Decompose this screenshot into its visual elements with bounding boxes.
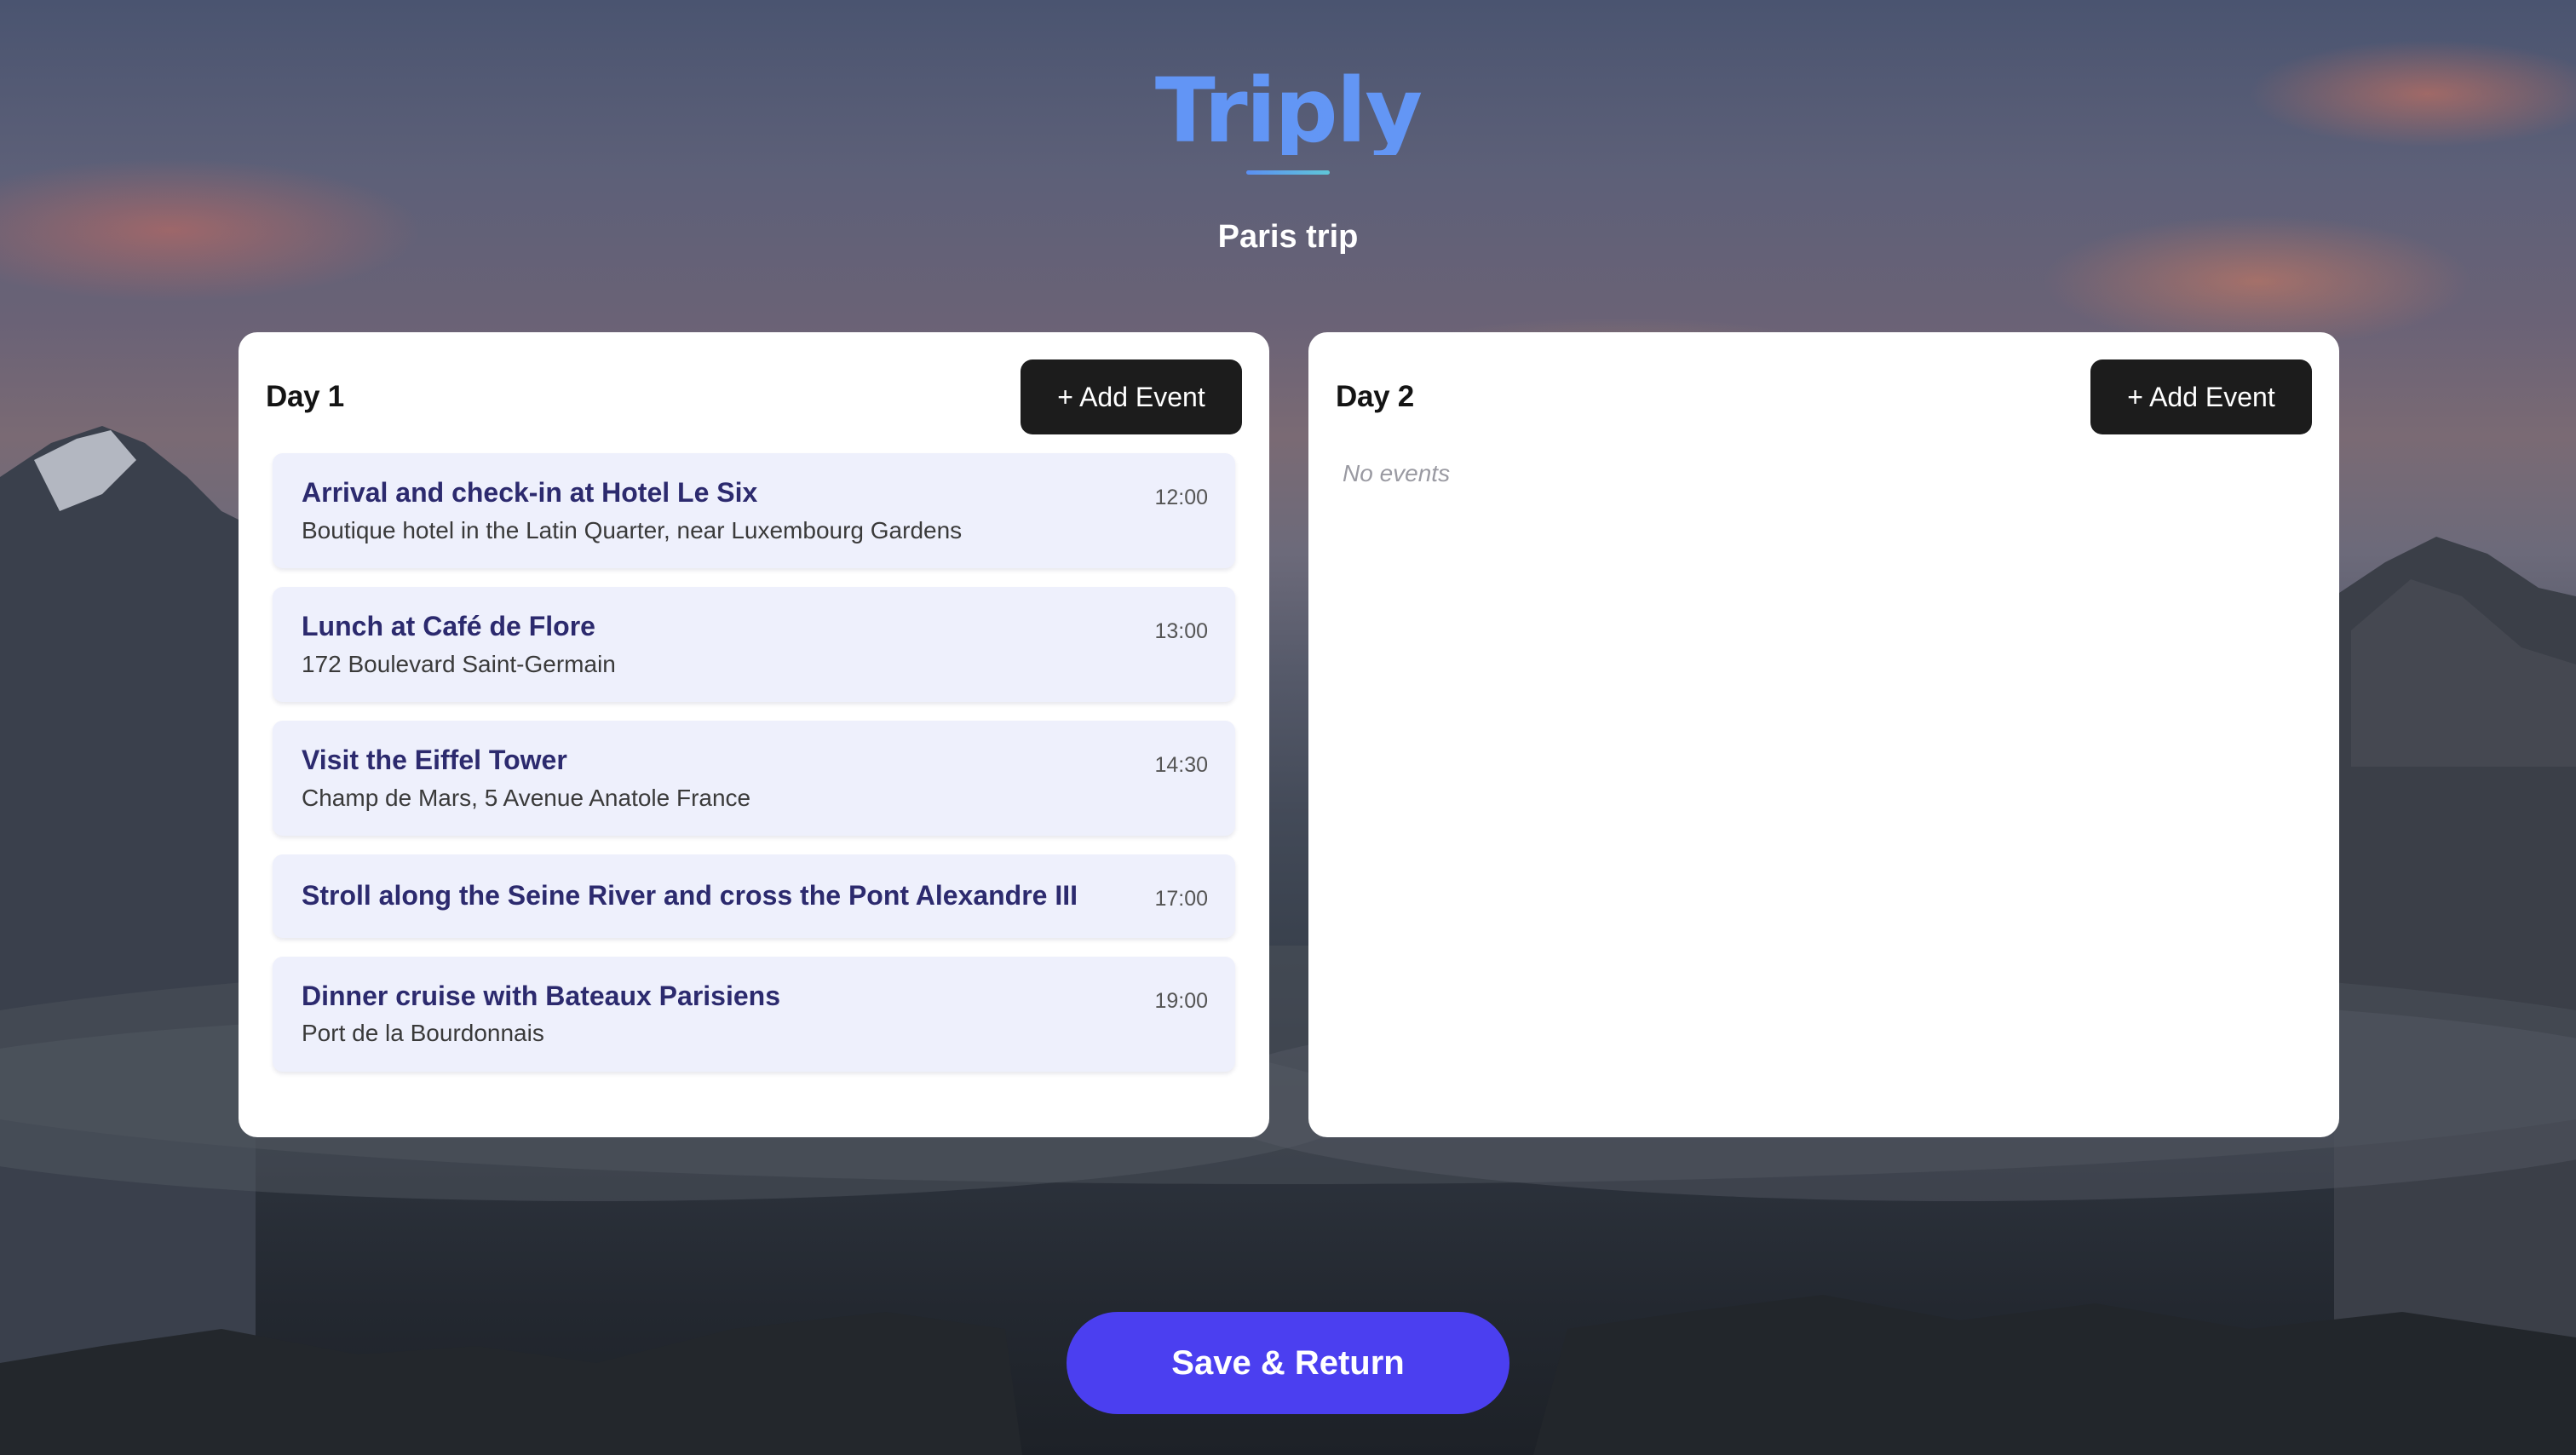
empty-state-text: No events (1343, 460, 1451, 486)
day-title: Day 2 (1336, 380, 1414, 413)
event-time: 17:00 (1154, 886, 1208, 911)
day-card-1: Day 1 + Add Event Arrival and check-in a… (239, 332, 1269, 1137)
event-time: 14:30 (1154, 752, 1208, 777)
day-title: Day 1 (266, 380, 344, 413)
day-card-2: Day 2 + Add Event No events (1308, 332, 2339, 1137)
logo-underline (1246, 170, 1330, 175)
page-header: Triply Paris trip (0, 66, 2576, 256)
event-location: 172 Boulevard Saint-Germain (302, 650, 616, 677)
event-location: Boutique hotel in the Latin Quarter, nea… (302, 516, 963, 543)
trip-title: Paris trip (1217, 219, 1359, 255)
day-header: Day 2 + Add Event (1336, 359, 2312, 434)
event-item[interactable]: Stroll along the Seine River and cross t… (273, 854, 1235, 938)
event-item[interactable]: Arrival and check-in at Hotel Le Six Bou… (273, 453, 1235, 568)
event-item[interactable]: Lunch at Café de Flore 172 Boulevard Sai… (273, 586, 1235, 702)
app-logo: Triply (0, 66, 2576, 155)
event-time: 19:00 (1154, 988, 1208, 1013)
add-event-button[interactable]: + Add Event (2090, 359, 2312, 434)
event-time: 13:00 (1154, 618, 1208, 643)
day-header: Day 1 + Add Event (266, 359, 1242, 434)
event-title: Dinner cruise with Bateaux Parisiens (302, 980, 780, 1011)
event-item[interactable]: Visit the Eiffel Tower Champ de Mars, 5 … (273, 720, 1235, 836)
event-item[interactable]: Dinner cruise with Bateaux Parisiens Por… (273, 956, 1235, 1072)
event-list: Arrival and check-in at Hotel Le Six Bou… (266, 453, 1242, 1072)
event-location: Champ de Mars, 5 Avenue Anatole France (302, 784, 751, 811)
event-time: 12:00 (1154, 486, 1208, 509)
event-title: Stroll along the Seine River and cross t… (302, 879, 1078, 911)
event-title: Visit the Eiffel Tower (302, 744, 567, 775)
add-event-button[interactable]: + Add Event (1021, 359, 1242, 434)
save-return-button[interactable]: Save & Return (1067, 1312, 1509, 1414)
event-title: Lunch at Café de Flore (302, 610, 595, 641)
event-title: Arrival and check-in at Hotel Le Six (302, 477, 758, 508)
event-location: Port de la Bourdonnais (302, 1020, 544, 1047)
